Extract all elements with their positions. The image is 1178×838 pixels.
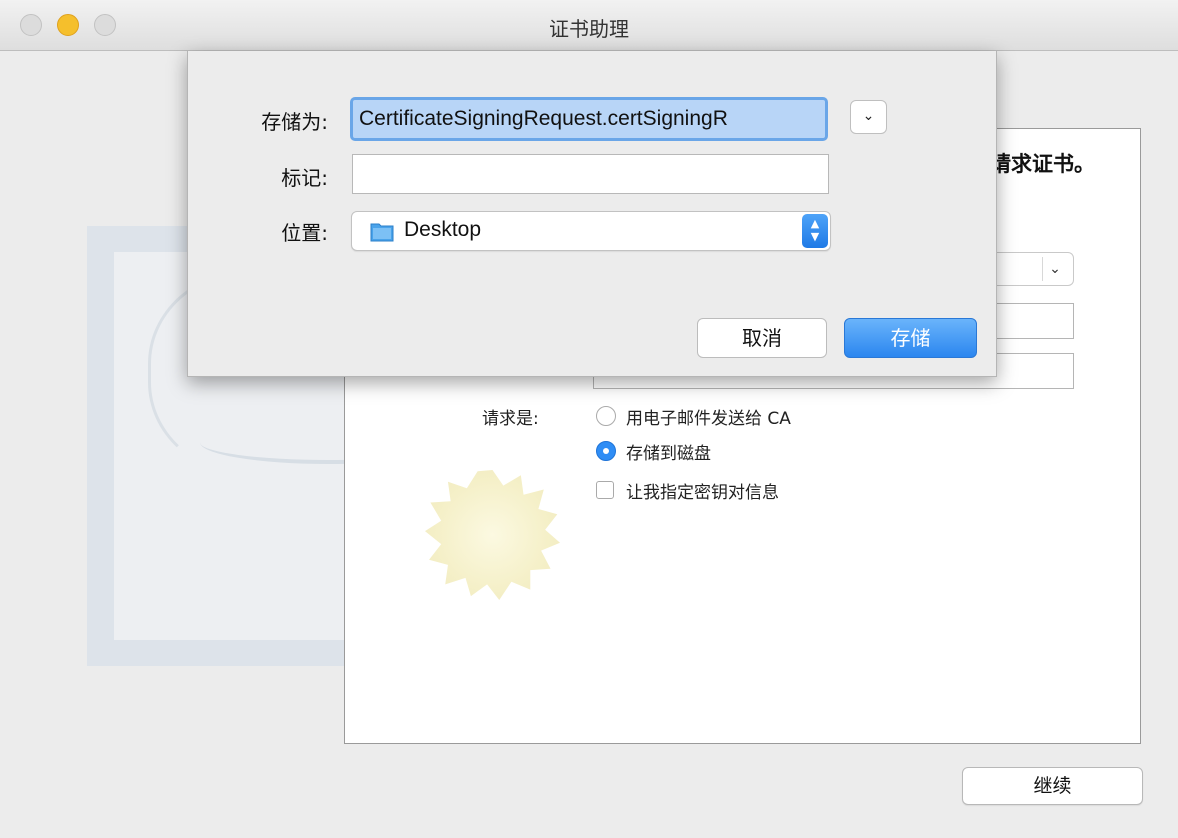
radio-label: 用电子邮件发送给 CA: [626, 408, 791, 429]
save-button[interactable]: 存储: [844, 318, 977, 358]
email-dropdown[interactable]: ⌄: [990, 252, 1074, 286]
radio-button-selected[interactable]: [596, 441, 616, 461]
chevron-down-icon: ⌄: [1042, 257, 1067, 281]
location-label: 位置:: [281, 221, 328, 245]
save-as-input[interactable]: CertificateSigningRequest.certSigningR: [350, 97, 828, 141]
up-down-stepper-icon: ▲ ▼: [802, 214, 828, 248]
specify-key-pair-checkbox[interactable]: 让我指定密钥对信息: [596, 476, 779, 504]
cancel-button[interactable]: 取消: [697, 318, 827, 358]
intro-text: 请求证书。: [990, 152, 1095, 176]
location-popup-button[interactable]: Desktop ▲ ▼: [351, 211, 831, 251]
folder-icon: [370, 223, 394, 242]
location-value: Desktop: [404, 218, 482, 241]
chevron-down-icon: ⌄: [862, 108, 875, 124]
tags-input[interactable]: [352, 154, 829, 194]
expand-button[interactable]: ⌄: [850, 100, 887, 134]
checkbox[interactable]: [596, 481, 614, 499]
checkbox-label: 让我指定密钥对信息: [626, 482, 779, 503]
window-title: 证书助理: [549, 17, 629, 41]
save-as-label: 存储为:: [261, 110, 328, 134]
radio-email-ca[interactable]: 用电子邮件发送给 CA: [596, 402, 791, 430]
common-name-field[interactable]: [990, 303, 1074, 339]
continue-button[interactable]: 继续: [962, 767, 1143, 805]
radio-label: 存储到磁盘: [626, 443, 711, 464]
request-label: 请求是:: [482, 409, 539, 429]
title-bar: 证书助理: [0, 0, 1178, 51]
tags-label: 标记:: [281, 166, 328, 190]
radio-button[interactable]: [596, 406, 616, 426]
radio-save-to-disk[interactable]: 存储到磁盘: [596, 437, 711, 465]
